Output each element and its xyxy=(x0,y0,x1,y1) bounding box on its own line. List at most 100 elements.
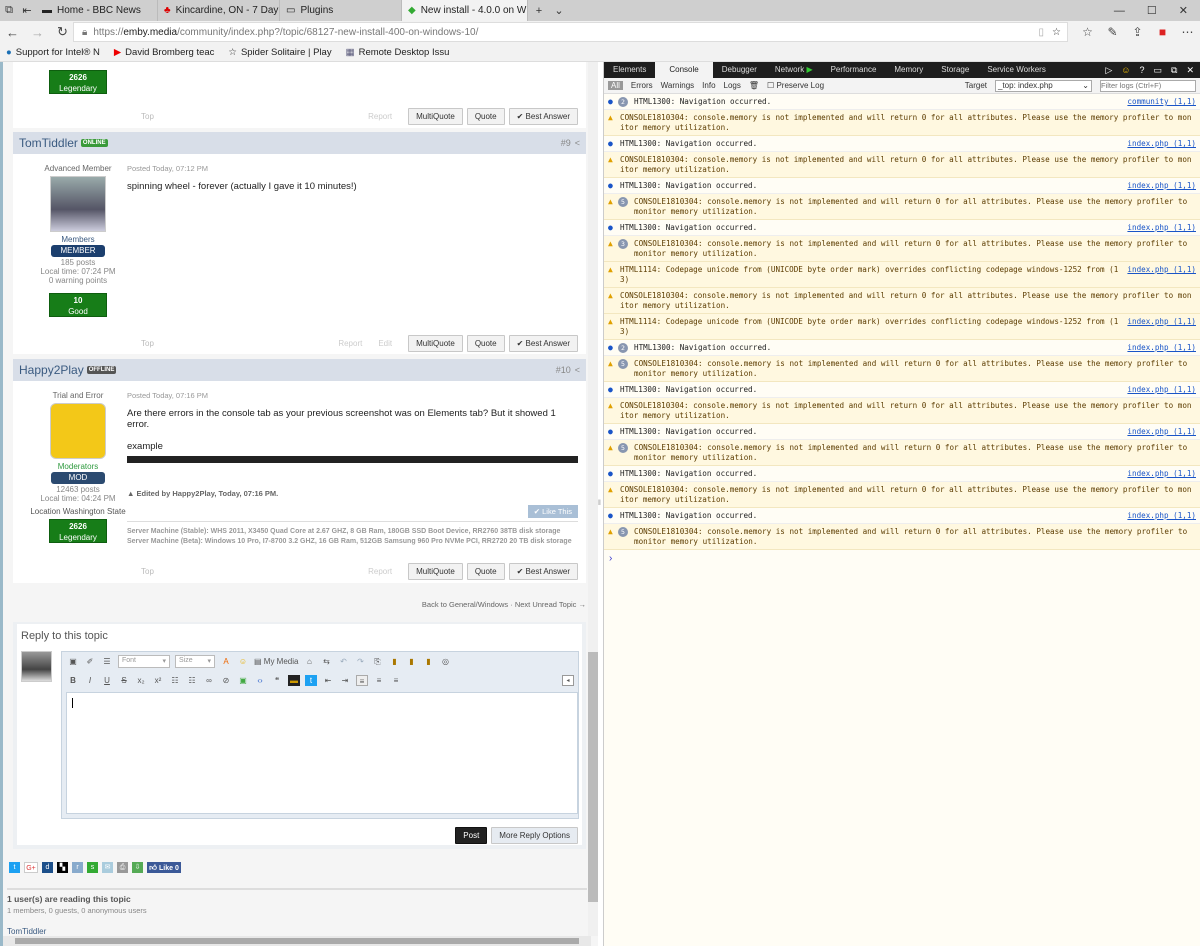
translate-icon[interactable]: ⇆ xyxy=(320,656,332,667)
source-link[interactable]: index.php (1,1) xyxy=(1127,427,1196,437)
emoticon-icon[interactable]: ☺ xyxy=(237,656,249,667)
report-link[interactable]: Report xyxy=(368,567,392,576)
tab-console[interactable]: Console xyxy=(655,62,713,78)
paste-text-icon[interactable]: ▮ xyxy=(405,656,417,667)
quote-icon[interactable]: ❝ xyxy=(271,675,283,686)
italic-icon[interactable]: I xyxy=(84,675,96,686)
bookmark-solitaire[interactable]: ☆ Spider Solitaire | Play xyxy=(228,47,331,58)
post-number[interactable]: #10 xyxy=(556,365,571,375)
filter-logs-input[interactable] xyxy=(1100,79,1196,92)
share-icon[interactable]: ⇪ xyxy=(1125,21,1150,43)
avatar[interactable] xyxy=(50,403,106,459)
best-answer-button[interactable]: ✔ Best Answer xyxy=(508,563,578,580)
tab-bbc[interactable]: ▬ Home - BBC News xyxy=(36,0,158,21)
align-right-icon[interactable]: ≡ xyxy=(390,675,402,686)
media-icon[interactable]: ▬ xyxy=(288,675,300,686)
feedback-smiley-icon[interactable]: ☺ xyxy=(1121,65,1130,76)
tab-performance[interactable]: Performance xyxy=(822,62,886,78)
twitter-embed-icon[interactable]: t xyxy=(305,675,317,686)
filter-logs[interactable]: Logs xyxy=(724,81,741,90)
source-link[interactable]: index.php (1,1) xyxy=(1127,265,1196,285)
image-icon[interactable]: ▣ xyxy=(237,675,249,686)
google-plus-icon[interactable]: G+ xyxy=(24,862,38,873)
tab-plugins[interactable]: ▭ Plugins xyxy=(280,0,402,21)
top-link[interactable]: Top xyxy=(141,567,154,576)
set-aside-tabs-icon[interactable]: ⇤ xyxy=(18,0,36,21)
share-icon[interactable]: < xyxy=(575,138,580,148)
reddit-icon[interactable]: r xyxy=(72,862,83,873)
tab-emby[interactable]: ◆New install - 4.0.0 on W✕ xyxy=(402,0,528,21)
dock-icon[interactable]: ▭ xyxy=(1154,65,1163,76)
unlink-icon[interactable]: ⊘ xyxy=(220,675,232,686)
paste-word-icon[interactable]: ▮ xyxy=(422,656,434,667)
multiquote-button[interactable]: MultiQuote xyxy=(408,108,463,125)
facebook-like-button[interactable]: 👍︎ Like 0 xyxy=(147,862,181,873)
splitter-handle[interactable]: ‖ xyxy=(598,500,603,510)
tab-service-workers[interactable]: Service Workers xyxy=(978,62,1055,78)
maximize-icon[interactable]: ☐ xyxy=(1147,4,1157,17)
author-link[interactable]: TomTiddler xyxy=(19,136,78,150)
close-window-icon[interactable]: ✕ xyxy=(1179,4,1188,17)
spoiler-icon[interactable]: ⌂ xyxy=(303,656,315,667)
forward-icon[interactable]: → xyxy=(25,25,50,40)
source-link[interactable]: index.php (1,1) xyxy=(1127,469,1196,479)
code-icon[interactable]: ‹› xyxy=(254,675,266,686)
font-select[interactable]: Font ▾ xyxy=(118,655,170,668)
vertical-scrollbar[interactable] xyxy=(588,62,598,936)
post-button[interactable]: Post xyxy=(455,827,488,844)
report-link[interactable]: Report xyxy=(368,112,392,121)
console-prompt[interactable]: › xyxy=(604,550,1200,567)
help-icon[interactable]: ? xyxy=(1139,65,1144,76)
avatar[interactable] xyxy=(50,176,106,232)
quote-button[interactable]: Quote xyxy=(466,563,505,580)
console-drawer-icon[interactable]: ▷ xyxy=(1105,65,1112,76)
share-icon[interactable]: < xyxy=(575,365,580,375)
subscript-icon[interactable]: x₂ xyxy=(135,675,147,686)
my-media-button[interactable]: ▤ My Media xyxy=(254,657,298,666)
tab-preview-icon[interactable]: ⧉ xyxy=(0,0,18,21)
edit-link[interactable]: Edit xyxy=(378,339,392,348)
redo-icon[interactable]: ↷ xyxy=(354,656,366,667)
twitter-icon[interactable]: t xyxy=(9,862,20,873)
minimize-icon[interactable]: — xyxy=(1114,5,1125,17)
align-left-icon[interactable]: ≡ xyxy=(356,675,368,686)
tab-weather[interactable]: ♣Kincardine, ON - 7 Day Fore xyxy=(158,0,280,21)
quote-button[interactable]: Quote xyxy=(466,335,505,352)
stumbleupon-icon[interactable]: s xyxy=(87,862,98,873)
reader-user-link[interactable]: TomTiddler xyxy=(7,927,147,936)
target-select[interactable]: _top: index.php ⌄ xyxy=(995,79,1092,92)
text-color-icon[interactable]: A xyxy=(220,656,232,667)
bookmark-youtube[interactable]: ▶ David Bromberg teac xyxy=(114,47,215,58)
source-link[interactable]: index.php (1,1) xyxy=(1127,511,1196,521)
hr-icon[interactable]: ☰ xyxy=(101,656,113,667)
numbered-list-icon[interactable]: ☷ xyxy=(186,675,198,686)
tab-debugger[interactable]: Debugger xyxy=(713,62,766,78)
multiquote-button[interactable]: MultiQuote xyxy=(408,335,463,352)
strike-icon[interactable]: S xyxy=(118,675,130,686)
indent-icon[interactable]: ⇥ xyxy=(339,675,351,686)
source-link[interactable]: index.php (1,1) xyxy=(1127,181,1196,191)
preserve-log-checkbox[interactable]: ☐ Preserve Log xyxy=(767,81,824,90)
source-link[interactable]: community (1,1) xyxy=(1127,97,1196,107)
filter-info[interactable]: Info xyxy=(702,81,715,90)
more-reply-options-button[interactable]: More Reply Options xyxy=(491,827,578,844)
horizontal-scrollbar[interactable] xyxy=(3,936,591,946)
outdent-icon[interactable]: ⇤ xyxy=(322,675,334,686)
source-link[interactable]: index.php (1,1) xyxy=(1127,223,1196,233)
align-center-icon[interactable]: ≡ xyxy=(373,675,385,686)
filter-errors[interactable]: Errors xyxy=(631,81,653,90)
post-number[interactable]: #9 xyxy=(561,138,571,148)
print-icon[interactable]: ⎙ xyxy=(117,862,128,873)
tab-memory[interactable]: Memory xyxy=(885,62,932,78)
tab-elements[interactable]: Elements xyxy=(604,62,655,78)
like-this-button[interactable]: ✔ Like This xyxy=(527,505,578,518)
new-tab-icon[interactable]: + xyxy=(528,0,550,21)
topic-navigation[interactable]: Back to General/Windows · Next Unread To… xyxy=(422,600,586,609)
more-icon[interactable]: ⋯ xyxy=(1175,21,1200,43)
tab-storage[interactable]: Storage xyxy=(932,62,978,78)
paste-icon[interactable]: ▮ xyxy=(388,656,400,667)
superscript-icon[interactable]: x² xyxy=(152,675,164,686)
download-icon[interactable]: ⇩ xyxy=(132,862,143,873)
extension-icon[interactable]: ■ xyxy=(1150,21,1175,43)
source-link[interactable]: index.php (1,1) xyxy=(1127,343,1196,353)
